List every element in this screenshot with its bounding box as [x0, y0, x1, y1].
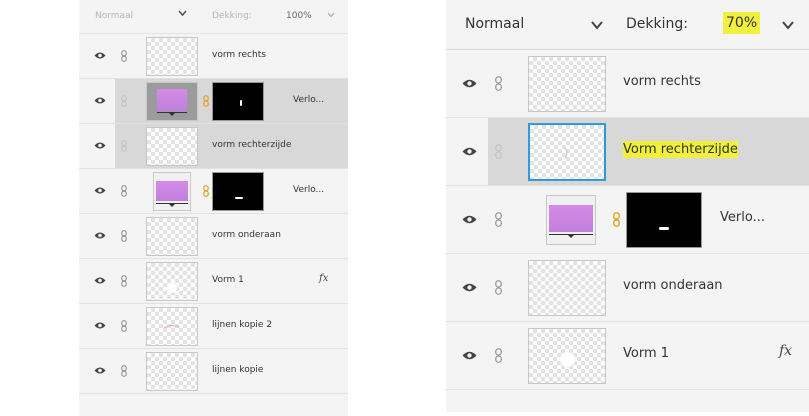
- eye-icon[interactable]: [94, 276, 106, 285]
- eye-icon[interactable]: [94, 141, 106, 150]
- layer-thumbnail-selected: [528, 123, 606, 181]
- eye-icon[interactable]: [462, 350, 477, 361]
- link-icon[interactable]: [121, 320, 127, 332]
- gradient-thumbnail: [153, 172, 191, 211]
- eye-icon[interactable]: [94, 186, 106, 195]
- layers-panel-right: Normaal Dekking: 70% vorm rechts Vorm re…: [446, 0, 809, 412]
- layers-header: Normaal Dekking: 100%: [79, 0, 348, 34]
- gradient-thumbnail: [146, 82, 198, 121]
- link-icon[interactable]: [121, 230, 127, 242]
- layer-name: vorm rechts: [212, 50, 266, 60]
- link-icon[interactable]: [121, 365, 127, 377]
- eye-icon[interactable]: [94, 366, 106, 375]
- fx-icon[interactable]: fx: [319, 273, 328, 284]
- link-icon[interactable]: [121, 95, 127, 107]
- eye-icon[interactable]: [94, 321, 106, 330]
- eye-icon[interactable]: [462, 214, 477, 225]
- chevron-down-icon[interactable]: [591, 18, 603, 34]
- layer-row[interactable]: Vorm 1 fx: [446, 322, 809, 390]
- chevron-down-icon[interactable]: [178, 10, 187, 20]
- layer-name: Verlo...: [293, 95, 325, 105]
- layer-row[interactable]: vorm onderaan: [446, 254, 809, 322]
- layer-thumbnail: [146, 262, 198, 301]
- link-icon[interactable]: [495, 280, 502, 295]
- layer-name: Verlo...: [720, 210, 765, 225]
- layer-row[interactable]: vorm onderaan: [79, 214, 348, 259]
- chain-link-icon[interactable]: [203, 95, 209, 107]
- layer-mask-thumbnail: [626, 192, 702, 248]
- layer-name: vorm rechterzijde: [212, 140, 292, 150]
- blend-mode-select[interactable]: Normaal: [95, 11, 133, 21]
- link-icon[interactable]: [495, 212, 502, 227]
- layer-thumbnail: [528, 260, 606, 316]
- opacity-label: Dekking:: [212, 11, 252, 21]
- layer-thumbnail: [146, 307, 198, 346]
- chain-link-icon[interactable]: [613, 212, 620, 227]
- chain-link-icon[interactable]: [203, 185, 209, 197]
- link-icon[interactable]: [495, 348, 502, 363]
- layer-row[interactable]: vorm rechts: [79, 34, 348, 79]
- layers-header: Normaal Dekking: 70%: [446, 0, 809, 50]
- opacity-value[interactable]: 70%: [723, 12, 761, 34]
- layer-thumbnail: [146, 127, 198, 166]
- link-icon[interactable]: [121, 275, 127, 287]
- layer-row[interactable]: Verlo...: [446, 186, 809, 254]
- layer-thumbnail: [146, 352, 198, 391]
- layer-mask-thumbnail: [212, 82, 264, 121]
- layer-thumbnail: [528, 56, 606, 112]
- layer-row-selected[interactable]: Verlo...: [79, 79, 348, 124]
- layer-name: Verlo...: [293, 185, 325, 195]
- layer-thumbnail: [146, 37, 198, 76]
- layer-name: lijnen kopie: [212, 365, 264, 375]
- layer-name: Vorm rechterzijde: [623, 141, 738, 158]
- eye-icon[interactable]: [94, 231, 106, 240]
- layer-row[interactable]: Vorm 1 fx: [79, 259, 348, 304]
- eye-icon[interactable]: [462, 282, 477, 293]
- eye-icon[interactable]: [462, 78, 477, 89]
- eye-icon[interactable]: [94, 51, 106, 60]
- link-icon[interactable]: [121, 140, 127, 152]
- layer-name: vorm rechts: [623, 74, 701, 89]
- link-icon[interactable]: [121, 185, 127, 197]
- layer-row-selected[interactable]: vorm rechterzijde: [79, 124, 348, 169]
- layer-row[interactable]: vorm rechts: [446, 50, 809, 118]
- layer-row-selected[interactable]: Vorm rechterzijde: [446, 118, 809, 186]
- layer-row[interactable]: Verlo...: [79, 169, 348, 214]
- eye-icon[interactable]: [94, 96, 106, 105]
- layer-name: vorm onderaan: [623, 278, 723, 293]
- layer-name: vorm onderaan: [212, 230, 281, 240]
- layers-panel-left: Normaal Dekking: 100% vorm rechts Verlo.…: [79, 0, 348, 416]
- layer-name: Vorm 1: [212, 275, 244, 285]
- opacity-label: Dekking:: [626, 16, 688, 32]
- layer-mask-thumbnail: [212, 172, 264, 211]
- layer-thumbnail: [528, 328, 606, 384]
- layer-thumbnail: [146, 217, 198, 256]
- link-icon[interactable]: [121, 50, 127, 62]
- chevron-down-icon[interactable]: [782, 18, 794, 34]
- layer-row[interactable]: lijnen kopie 2: [79, 304, 348, 349]
- layer-row[interactable]: lijnen kopie: [79, 349, 348, 394]
- layer-name: lijnen kopie 2: [212, 320, 273, 330]
- link-icon[interactable]: [495, 76, 502, 91]
- fx-icon[interactable]: fx: [779, 343, 792, 359]
- blend-mode-select[interactable]: Normaal: [465, 16, 524, 32]
- gradient-thumbnail: [546, 195, 596, 245]
- chevron-down-icon[interactable]: [327, 11, 335, 21]
- opacity-value[interactable]: 100%: [286, 11, 312, 21]
- link-icon[interactable]: [495, 144, 502, 159]
- layer-name: Vorm 1: [623, 346, 670, 361]
- eye-icon[interactable]: [462, 146, 477, 157]
